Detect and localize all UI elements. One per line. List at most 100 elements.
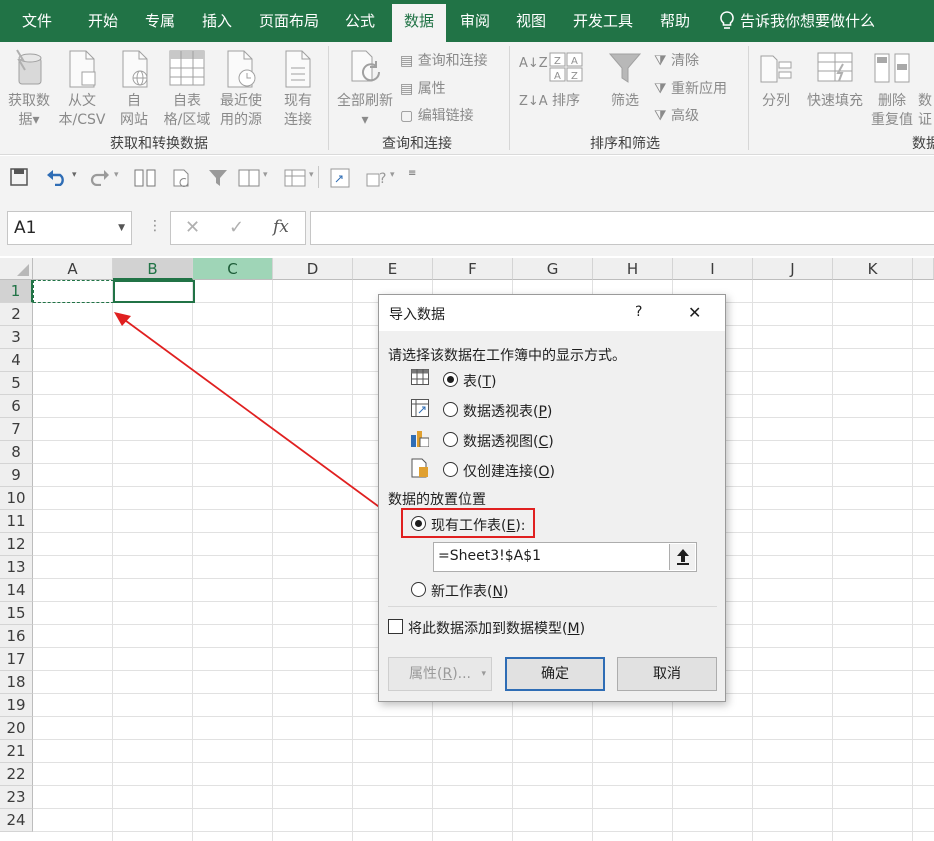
add-to-data-model-checkbox[interactable]	[388, 619, 403, 634]
pivot-qat-icon[interactable]	[330, 168, 350, 188]
remove-duplicates-qat-icon[interactable]	[134, 168, 156, 188]
column-header-partial[interactable]	[913, 258, 934, 280]
column-header[interactable]: I	[673, 258, 753, 280]
radio-pivot-chart[interactable]	[443, 432, 458, 447]
row-header[interactable]: 8	[0, 441, 33, 464]
radio-table[interactable]	[443, 372, 458, 387]
get-data-button[interactable]: 获取数 据▾	[4, 48, 54, 128]
sort-za-button[interactable]: Z↓A	[519, 94, 548, 109]
insert-function-icon[interactable]: fx	[273, 217, 289, 237]
row-header[interactable]: 14	[0, 579, 33, 602]
row-header[interactable]: 11	[0, 510, 33, 533]
row-header[interactable]: 17	[0, 648, 33, 671]
clear-filter-button[interactable]: ⧩ 清除	[654, 50, 699, 70]
column-header[interactable]: F	[433, 258, 513, 280]
tab-view[interactable]: 视图	[516, 0, 546, 42]
tell-me-search[interactable]: 告诉我你想要做什么	[740, 0, 875, 42]
column-header[interactable]: C	[193, 258, 273, 280]
sort-button[interactable]: ZA AZ 排序	[546, 48, 586, 128]
properties-button[interactable]: ▤ 属性	[400, 78, 446, 98]
save-icon[interactable]	[10, 168, 28, 186]
recent-sources-button[interactable]: 最近使 用的源	[215, 48, 267, 128]
row-header[interactable]: 9	[0, 464, 33, 487]
undo-icon[interactable]	[46, 168, 68, 186]
table-qat-icon[interactable]	[284, 168, 306, 188]
column-header[interactable]: E	[353, 258, 433, 280]
column-header[interactable]: K	[833, 258, 913, 280]
row-header[interactable]: 23	[0, 786, 33, 809]
collapse-dialog-button[interactable]	[669, 544, 695, 570]
reapply-button[interactable]: ⧩ 重新应用	[654, 78, 727, 98]
refresh-all-button[interactable]: 全部刷新 ▾	[333, 48, 397, 128]
dropdown-icon[interactable]: ▾	[390, 170, 395, 180]
range-input[interactable]: =Sheet3!$A$1	[433, 542, 697, 572]
from-web-button[interactable]: 自网站	[112, 48, 156, 128]
column-header[interactable]: A	[33, 258, 113, 280]
refresh-qat-icon[interactable]	[172, 168, 192, 188]
tab-developer[interactable]: 开发工具	[573, 0, 633, 42]
ok-button[interactable]: 确定	[505, 657, 605, 691]
queries-connections-button[interactable]: ▤ 查询和连接	[400, 50, 488, 70]
row-header[interactable]: 20	[0, 717, 33, 740]
column-header[interactable]: B	[113, 258, 193, 280]
tab-insert[interactable]: 插入	[202, 0, 232, 42]
tab-help[interactable]: 帮助	[660, 0, 690, 42]
row-header[interactable]: 22	[0, 763, 33, 786]
edit-links-button[interactable]: ▢ 编辑链接	[400, 105, 474, 125]
name-box-dropdown-icon[interactable]: ▼	[118, 212, 125, 244]
text-to-columns-button[interactable]: 分列	[755, 48, 797, 128]
tab-review[interactable]: 审阅	[460, 0, 490, 42]
name-box[interactable]: A1 ▼	[7, 211, 132, 245]
text-to-columns-qat-icon[interactable]	[238, 168, 260, 188]
row-header[interactable]: 2	[0, 303, 33, 326]
row-header[interactable]: 13	[0, 556, 33, 579]
row-header[interactable]: 15	[0, 602, 33, 625]
existing-connections-button[interactable]: 现有 连接	[278, 48, 318, 128]
row-header[interactable]: 10	[0, 487, 33, 510]
data-validation-button[interactable]: 数证	[918, 48, 934, 128]
tab-page-layout[interactable]: 页面布局	[259, 0, 319, 42]
cancel-button[interactable]: 取消	[617, 657, 717, 691]
column-header[interactable]: J	[753, 258, 833, 280]
cancel-entry-icon[interactable]: ✕	[185, 217, 200, 238]
properties-button[interactable]: 属性(R)... ▾	[388, 657, 492, 691]
row-header[interactable]: 7	[0, 418, 33, 441]
remove-duplicates-button[interactable]: 删除 重复值	[868, 48, 916, 128]
column-header[interactable]: D	[273, 258, 353, 280]
radio-existing-sheet[interactable]	[411, 516, 426, 531]
row-header[interactable]: 3	[0, 326, 33, 349]
row-header[interactable]: 1	[0, 280, 33, 303]
filter-qat-icon[interactable]	[208, 168, 228, 188]
redo-dropdown-icon[interactable]: ▾	[114, 170, 119, 180]
sort-az-button[interactable]: A↓Z	[519, 56, 548, 71]
redo-icon[interactable]	[90, 168, 110, 186]
from-table-button[interactable]: 自表 格/区域	[160, 48, 214, 128]
advanced-filter-button[interactable]: ⧩ 高级	[654, 105, 699, 125]
dropdown-icon[interactable]: ▾	[309, 170, 314, 180]
row-header[interactable]: 21	[0, 740, 33, 763]
row-header[interactable]: 19	[0, 694, 33, 717]
filter-button[interactable]: 筛选	[604, 48, 646, 128]
tab-file[interactable]: 文件	[22, 0, 52, 42]
radio-pivot-table[interactable]	[443, 402, 458, 417]
column-header[interactable]: H	[593, 258, 673, 280]
row-header[interactable]: 4	[0, 349, 33, 372]
row-header[interactable]: 24	[0, 809, 33, 832]
dropdown-icon[interactable]: ▾	[263, 170, 268, 180]
flash-fill-button[interactable]: 快速填充	[803, 48, 867, 128]
row-header[interactable]: 12	[0, 533, 33, 556]
formula-input[interactable]	[310, 211, 934, 245]
column-header[interactable]: G	[513, 258, 593, 280]
customize-toolbar-icon[interactable]: ≡	[408, 168, 416, 179]
select-all-corner[interactable]	[0, 258, 33, 280]
what-if-qat-icon[interactable]: ?	[366, 168, 388, 188]
row-header[interactable]: 18	[0, 671, 33, 694]
close-button[interactable]: ✕	[688, 303, 701, 322]
from-csv-button[interactable]: 从文 本/CSV	[55, 48, 109, 128]
tab-data[interactable]: 数据	[392, 4, 447, 42]
selected-cell-b1[interactable]	[113, 280, 195, 303]
tab-home[interactable]: 开始	[88, 0, 118, 42]
help-button[interactable]: ?	[635, 304, 642, 320]
radio-connection-only[interactable]	[443, 462, 458, 477]
undo-dropdown-icon[interactable]: ▾	[72, 170, 77, 180]
